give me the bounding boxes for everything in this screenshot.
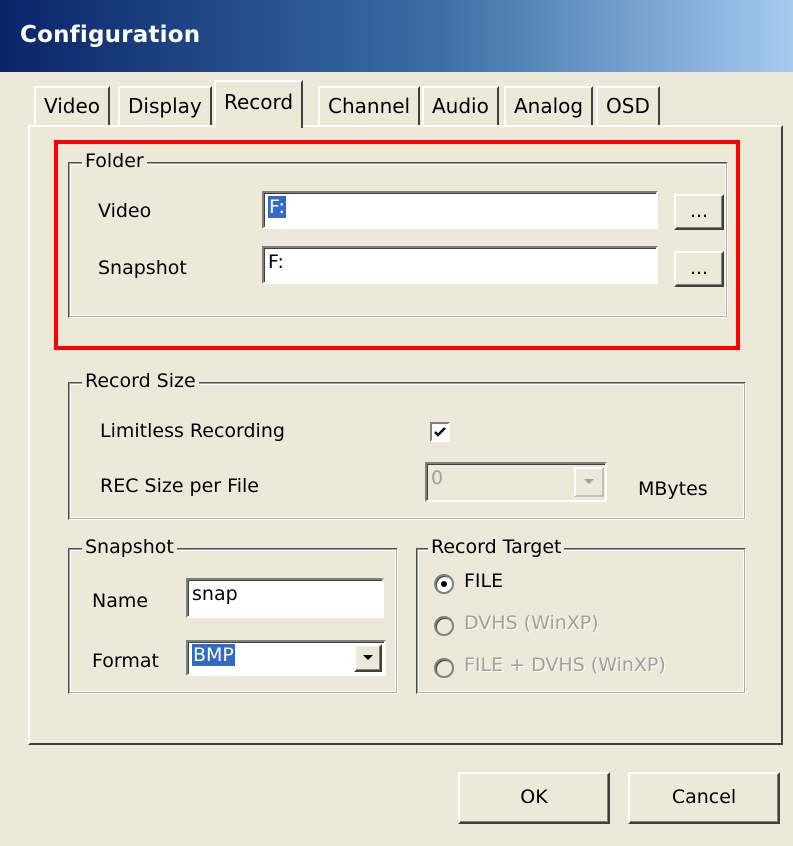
tab-video[interactable]: Video [34,86,111,126]
rec-size-label: REC Size per File [100,475,259,497]
snapshot-name-input[interactable]: snap [186,578,384,618]
limitless-recording-label: Limitless Recording [100,420,285,442]
chevron-down-icon [363,655,373,660]
tab-display[interactable]: Display [118,86,212,126]
rec-size-dropdown-button[interactable] [574,467,604,497]
snapshot-format-value: BMP [192,644,235,666]
tab-analog[interactable]: Analog [504,86,594,126]
title-bar[interactable]: Configuration [0,0,793,72]
record-size-legend: Record Size [82,370,199,392]
window-title: Configuration [20,22,201,48]
ok-button[interactable]: OK [458,772,610,824]
rec-size-value: 0 [431,467,444,489]
tab-osd[interactable]: OSD [596,86,660,126]
format-dropdown-button[interactable] [354,644,382,672]
radio-file[interactable] [434,574,454,594]
radio-file-dvhs-label: FILE + DVHS (WinXP) [464,654,666,676]
chevron-down-icon [584,479,594,484]
radio-dvhs[interactable] [434,616,454,636]
highlight-box [54,140,740,350]
tab-channel[interactable]: Channel [318,86,421,126]
record-target-legend: Record Target [428,536,565,558]
radio-file-dvhs[interactable] [434,658,454,678]
tab-record[interactable]: Record [214,80,304,128]
snapshot-format-label: Format [92,650,159,672]
check-icon [434,427,446,437]
cancel-button[interactable]: Cancel [628,772,780,824]
mbytes-unit-label: MBytes [638,478,708,500]
limitless-recording-checkbox[interactable] [430,422,450,442]
radio-file-label: FILE [464,570,504,592]
tab-audio[interactable]: Audio [422,86,499,126]
radio-selected-dot [441,581,447,587]
snapshot-name-label: Name [92,590,149,612]
radio-dvhs-label: DVHS (WinXP) [464,612,599,634]
snapshot-legend: Snapshot [82,536,177,558]
